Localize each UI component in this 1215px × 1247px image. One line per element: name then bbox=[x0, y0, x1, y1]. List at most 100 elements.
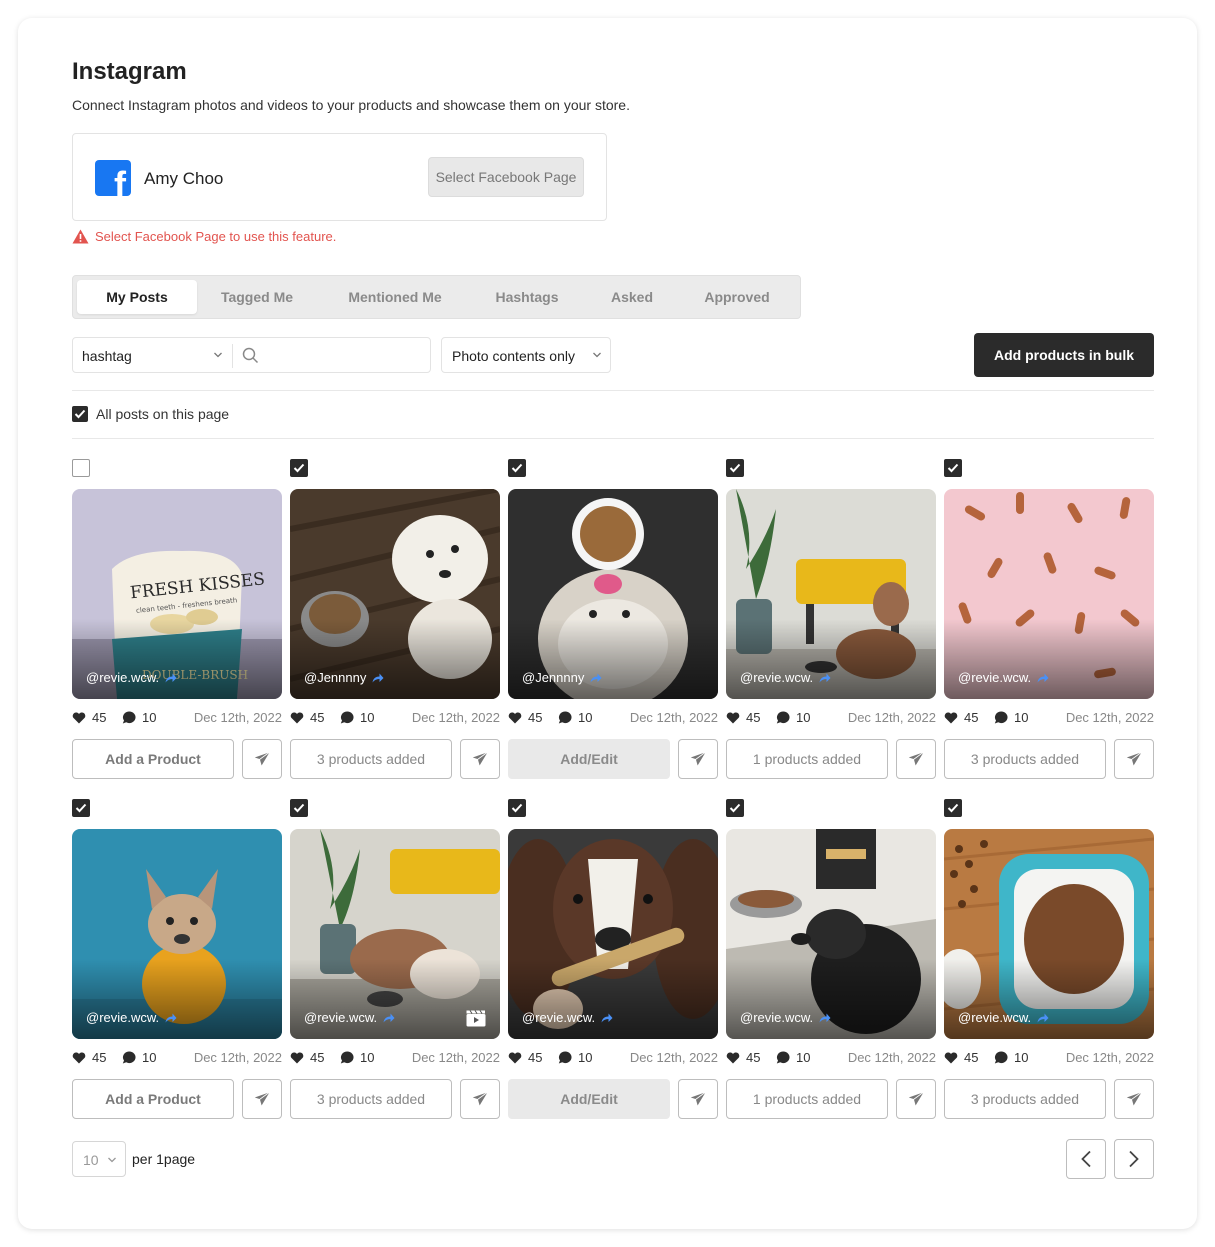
select-facebook-page-button[interactable]: Select Facebook Page bbox=[428, 157, 584, 197]
post-image[interactable]: @revie.wcw. bbox=[726, 489, 936, 699]
post-image[interactable]: @Jennnny bbox=[290, 489, 500, 699]
send-button[interactable] bbox=[1114, 739, 1154, 779]
per-page-select[interactable]: 10 bbox=[72, 1141, 126, 1177]
add-product-button[interactable]: Add a Product bbox=[72, 739, 234, 779]
send-button[interactable] bbox=[242, 1079, 282, 1119]
post-handle: @revie.wcw. bbox=[304, 1010, 395, 1025]
image-gradient bbox=[72, 619, 282, 699]
check-icon bbox=[947, 803, 959, 813]
heart-icon bbox=[726, 711, 740, 723]
post-checkbox[interactable] bbox=[944, 799, 962, 817]
add-edit-button[interactable]: Add/Edit bbox=[508, 739, 670, 779]
search-type-select[interactable]: hashtag bbox=[82, 348, 132, 364]
select-all-checkbox[interactable] bbox=[72, 406, 88, 422]
comments-count: 10 bbox=[340, 1050, 374, 1065]
share-arrow-icon bbox=[372, 673, 384, 682]
post-checkbox[interactable] bbox=[508, 459, 526, 477]
comments-count: 10 bbox=[994, 1050, 1028, 1065]
send-button[interactable] bbox=[460, 1079, 500, 1119]
send-button[interactable] bbox=[678, 739, 718, 779]
add-product-button[interactable]: Add a Product bbox=[72, 1079, 234, 1119]
check-icon bbox=[511, 803, 523, 813]
products-added-button[interactable]: 1 products added bbox=[726, 739, 888, 779]
post-handle: @revie.wcw. bbox=[522, 1010, 613, 1025]
facebook-icon: f bbox=[95, 160, 131, 196]
share-arrow-icon bbox=[165, 1013, 177, 1022]
comment-icon bbox=[558, 1051, 572, 1064]
send-button[interactable] bbox=[896, 1079, 936, 1119]
tab-tagged-me[interactable]: Tagged Me bbox=[199, 280, 315, 314]
send-button[interactable] bbox=[460, 739, 500, 779]
products-added-button[interactable]: 3 products added bbox=[290, 739, 452, 779]
post-handle: @Jennnny bbox=[304, 670, 384, 685]
products-added-button[interactable]: 3 products added bbox=[944, 739, 1106, 779]
likes-count: 45 bbox=[944, 1050, 978, 1065]
comments-text: 10 bbox=[1014, 1050, 1029, 1065]
handle-text: @revie.wcw. bbox=[86, 670, 160, 685]
tab-asked[interactable]: Asked bbox=[591, 280, 673, 314]
post-image[interactable]: FRESH KISSES clean teeth - freshens brea… bbox=[72, 489, 282, 699]
paper-plane-icon bbox=[1125, 1091, 1143, 1107]
post-checkbox[interactable] bbox=[290, 459, 308, 477]
post-image[interactable]: @revie.wcw. bbox=[508, 829, 718, 1039]
heart-icon bbox=[290, 1051, 304, 1063]
post-image[interactable]: @revie.wcw. bbox=[944, 829, 1154, 1039]
likes-text: 45 bbox=[310, 710, 325, 725]
per-page-value: 10 bbox=[83, 1152, 99, 1168]
handle-text: @revie.wcw. bbox=[86, 1010, 160, 1025]
content-filter-select[interactable]: Photo contents only bbox=[441, 337, 611, 373]
page-title: Instagram bbox=[72, 58, 187, 85]
post-image[interactable]: @revie.wcw. bbox=[290, 829, 500, 1039]
send-button[interactable] bbox=[678, 1079, 718, 1119]
post-handle: @revie.wcw. bbox=[86, 670, 177, 685]
post-checkbox[interactable] bbox=[726, 459, 744, 477]
comment-icon bbox=[122, 711, 136, 724]
comments-text: 10 bbox=[360, 1050, 375, 1065]
heart-icon bbox=[508, 711, 522, 723]
add-products-in-bulk-button[interactable]: Add products in bulk bbox=[974, 333, 1154, 377]
products-added-button[interactable]: 1 products added bbox=[726, 1079, 888, 1119]
post-handle: @revie.wcw. bbox=[958, 670, 1049, 685]
comments-count: 10 bbox=[994, 710, 1028, 725]
handle-text: @revie.wcw. bbox=[740, 670, 814, 685]
products-added-button[interactable]: 3 products added bbox=[944, 1079, 1106, 1119]
chevron-down-icon[interactable] bbox=[213, 350, 223, 360]
tab-hashtags[interactable]: Hashtags bbox=[475, 280, 579, 314]
previous-page-button[interactable] bbox=[1066, 1139, 1106, 1179]
tab-mentioned-me[interactable]: Mentioned Me bbox=[325, 280, 465, 314]
next-page-button[interactable] bbox=[1114, 1139, 1154, 1179]
likes-text: 45 bbox=[92, 710, 107, 725]
tab-approved[interactable]: Approved bbox=[683, 280, 791, 314]
paper-plane-icon bbox=[471, 751, 489, 767]
post-image[interactable]: @revie.wcw. bbox=[72, 829, 282, 1039]
post-image[interactable]: @revie.wcw. bbox=[726, 829, 936, 1039]
likes-count: 45 bbox=[726, 710, 760, 725]
post-checkbox[interactable] bbox=[290, 799, 308, 817]
send-button[interactable] bbox=[896, 739, 936, 779]
share-arrow-icon bbox=[383, 1013, 395, 1022]
post-checkbox[interactable] bbox=[944, 459, 962, 477]
send-button[interactable] bbox=[242, 739, 282, 779]
image-gradient bbox=[508, 959, 718, 1039]
post-checkbox[interactable] bbox=[508, 799, 526, 817]
divider bbox=[72, 438, 1154, 439]
products-added-button[interactable]: 3 products added bbox=[290, 1079, 452, 1119]
post-checkbox[interactable] bbox=[72, 459, 90, 477]
chevron-left-icon bbox=[1081, 1150, 1091, 1168]
handle-text: @revie.wcw. bbox=[958, 670, 1032, 685]
add-edit-button[interactable]: Add/Edit bbox=[508, 1079, 670, 1119]
post-date: Dec 12th, 2022 bbox=[629, 1050, 718, 1065]
share-arrow-icon bbox=[819, 673, 831, 682]
comment-icon bbox=[994, 711, 1008, 724]
post-handle: @revie.wcw. bbox=[740, 670, 831, 685]
post-checkbox[interactable] bbox=[72, 799, 90, 817]
tab-my-posts[interactable]: My Posts bbox=[77, 280, 197, 314]
handle-text: @revie.wcw. bbox=[522, 1010, 596, 1025]
post-image[interactable]: @revie.wcw. bbox=[944, 489, 1154, 699]
post-image[interactable]: @Jennnny bbox=[508, 489, 718, 699]
check-icon bbox=[511, 463, 523, 473]
send-button[interactable] bbox=[1114, 1079, 1154, 1119]
post-checkbox[interactable] bbox=[726, 799, 744, 817]
post-date: Dec 12th, 2022 bbox=[411, 710, 500, 725]
search-input[interactable] bbox=[267, 344, 422, 368]
